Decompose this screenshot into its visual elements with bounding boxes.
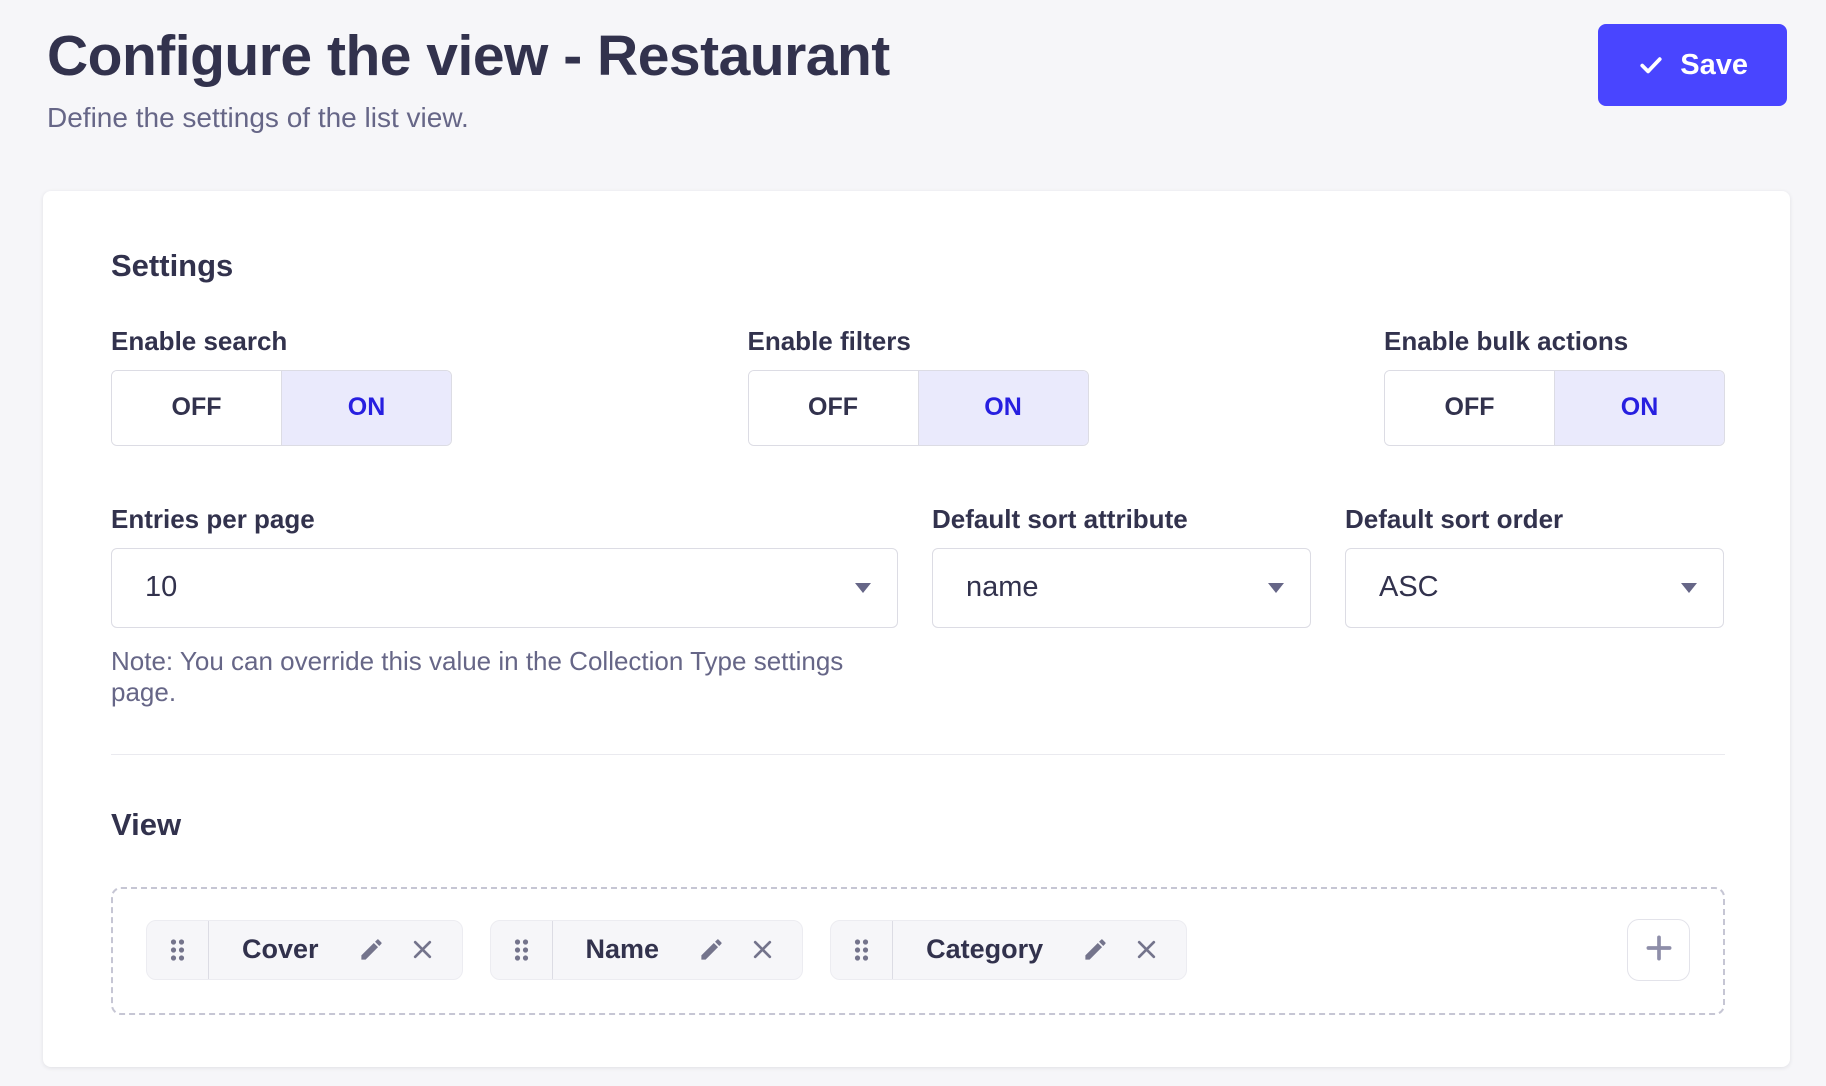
chevron-down-icon (1681, 583, 1697, 593)
chevron-down-icon (855, 583, 871, 593)
save-button[interactable]: Save (1598, 24, 1787, 106)
enable-search-off-option[interactable]: OFF (112, 371, 281, 445)
select-row: Entries per page 10 Note: You can overri… (111, 504, 1725, 708)
check-icon (1637, 51, 1665, 79)
drag-handle-icon[interactable] (147, 921, 209, 979)
entries-per-page-field: Entries per page 10 Note: You can overri… (111, 504, 898, 708)
default-sort-order-field: Default sort order ASC (1345, 504, 1724, 708)
default-sort-order-label: Default sort order (1345, 504, 1724, 535)
view-field-pill-name: Name (490, 920, 804, 980)
view-fields-drop-zone: Cover (111, 887, 1725, 1015)
page-header: Configure the view - Restaurant Define t… (0, 0, 1826, 134)
enable-search-toggle: OFF ON (111, 370, 452, 446)
chevron-down-icon (1268, 583, 1284, 593)
enable-bulk-actions-off-option[interactable]: OFF (1385, 371, 1554, 445)
enable-bulk-actions-label: Enable bulk actions (1384, 326, 1725, 357)
close-icon[interactable] (397, 936, 462, 963)
page-title: Configure the view - Restaurant (47, 24, 890, 90)
add-field-button[interactable] (1627, 919, 1690, 981)
settings-card: Settings Enable search OFF ON Enable fil… (43, 191, 1790, 1067)
page-header-text: Configure the view - Restaurant Define t… (47, 24, 890, 134)
drag-handle-icon[interactable] (831, 921, 893, 979)
enable-filters-toggle: OFF ON (748, 370, 1089, 446)
enable-bulk-actions-field: Enable bulk actions OFF ON (1384, 326, 1725, 446)
close-icon[interactable] (1121, 936, 1186, 963)
default-sort-order-value: ASC (1379, 571, 1439, 604)
default-sort-attribute-field: Default sort attribute name (932, 504, 1311, 708)
plus-icon (1642, 931, 1676, 968)
view-field-pill-category: Category (830, 920, 1187, 980)
pencil-icon[interactable] (1070, 936, 1121, 963)
enable-search-label: Enable search (111, 326, 452, 357)
enable-search-field: Enable search OFF ON (111, 326, 452, 446)
enable-bulk-actions-toggle: OFF ON (1384, 370, 1725, 446)
view-field-label: Cover (209, 934, 346, 965)
settings-heading: Settings (111, 248, 1725, 284)
view-field-label: Name (553, 934, 687, 965)
section-divider (111, 754, 1725, 755)
view-field-label: Category (893, 934, 1070, 965)
enable-filters-on-option[interactable]: ON (918, 371, 1088, 445)
entries-per-page-label: Entries per page (111, 504, 898, 535)
pencil-icon[interactable] (346, 936, 397, 963)
drag-handle-icon[interactable] (491, 921, 553, 979)
save-button-label: Save (1680, 49, 1748, 82)
page-subtitle: Define the settings of the list view. (47, 102, 890, 134)
enable-filters-label: Enable filters (748, 326, 1089, 357)
pencil-icon[interactable] (686, 936, 737, 963)
view-heading: View (111, 807, 1725, 843)
enable-filters-field: Enable filters OFF ON (748, 326, 1089, 446)
toggle-row: Enable search OFF ON Enable filters OFF … (111, 326, 1725, 446)
enable-filters-off-option[interactable]: OFF (749, 371, 918, 445)
enable-bulk-actions-on-option[interactable]: ON (1554, 371, 1724, 445)
close-icon[interactable] (737, 936, 802, 963)
entries-per-page-value: 10 (145, 571, 177, 604)
entries-per-page-note: Note: You can override this value in the… (111, 646, 898, 708)
enable-search-on-option[interactable]: ON (281, 371, 451, 445)
view-field-pill-cover: Cover (146, 920, 463, 980)
default-sort-order-select[interactable]: ASC (1345, 548, 1724, 628)
default-sort-attribute-label: Default sort attribute (932, 504, 1311, 535)
entries-per-page-select[interactable]: 10 (111, 548, 898, 628)
default-sort-attribute-value: name (966, 571, 1039, 604)
default-sort-attribute-select[interactable]: name (932, 548, 1311, 628)
